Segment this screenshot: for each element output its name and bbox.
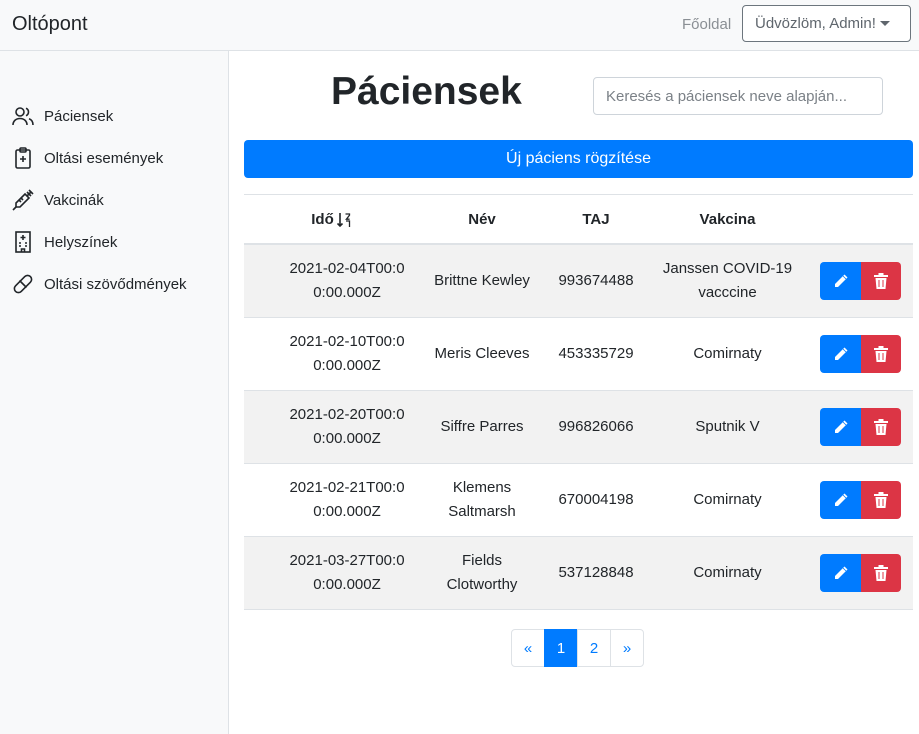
clipboard-plus-icon: [15, 147, 31, 169]
sidebar-item-vaccines[interactable]: Vakcinák: [11, 187, 104, 213]
sidebar-item-patients[interactable]: Páciensek: [11, 103, 113, 129]
table-row: 2021-02-20T00:00:00.000Z Siffre Parres 996…: [244, 391, 913, 464]
cell-name: Brittne Kewley: [434, 272, 530, 289]
pencil-icon: [834, 347, 847, 360]
cell-vaccine: Comirnaty: [693, 491, 762, 508]
cell-vaccine: Sputnik V: [695, 418, 760, 435]
column-header-vaccine: Vakcina: [699, 211, 756, 228]
cell-name: Meris Cleeves: [434, 345, 530, 362]
sidebar-item-vaccination-events[interactable]: Oltási események: [11, 145, 163, 171]
column-header-time[interactable]: Idő: [244, 195, 418, 244]
edit-button[interactable]: [820, 554, 861, 592]
trash-icon: [874, 565, 888, 581]
edit-button[interactable]: [820, 262, 861, 300]
sort-down-icon: [336, 212, 350, 227]
pencil-icon: [834, 566, 847, 579]
pencil-icon: [834, 420, 847, 433]
pencil-icon: [834, 274, 847, 287]
chevron-down-icon: [879, 21, 890, 26]
trash-icon: [874, 273, 888, 289]
cell-taj: 670004198: [558, 491, 634, 508]
cell-date: 2021-02-04T00:00:00.000Z: [289, 260, 405, 301]
delete-button[interactable]: [861, 554, 901, 592]
cell-date: 2021-02-21T00:00:00.000Z: [289, 479, 405, 520]
delete-button[interactable]: [861, 481, 901, 519]
table-row: 2021-03-27T00:00:00.000Z Fields Clotworth…: [244, 537, 913, 610]
users-icon: [12, 107, 34, 126]
cell-vaccine: Comirnaty: [693, 564, 762, 581]
table-body: 2021-02-04T00:00:00.000Z Brittne Kewley 99…: [244, 245, 913, 610]
edit-button[interactable]: [820, 408, 861, 446]
table-row: 2021-02-21T00:00:00.000Z Klemens Saltmars…: [244, 464, 913, 537]
patients-table: Idő Név TAJ Vakcina 2021-02-04T00:00:00.…: [244, 194, 913, 610]
cell-name: Klemens Saltmarsh: [448, 479, 516, 520]
sidebar-item-locations[interactable]: Helyszínek: [11, 229, 117, 255]
page-title: Páciensek: [331, 70, 522, 113]
new-patient-button[interactable]: Új páciens rögzítése: [244, 140, 913, 178]
table-row: 2021-02-10T00:00:00.000Z Meris Cleeves 453…: [244, 318, 913, 391]
delete-button[interactable]: [861, 262, 901, 300]
brand-logo[interactable]: Oltópont: [12, 13, 88, 36]
user-menu-label: Üdvözlöm, Admin!: [755, 15, 876, 32]
trash-icon: [874, 346, 888, 362]
cell-taj: 453335729: [558, 345, 634, 362]
cell-taj: 996826066: [558, 418, 634, 435]
column-header-taj: TAJ: [582, 211, 610, 228]
hospital-icon: [15, 231, 31, 253]
trash-icon: [874, 492, 888, 508]
pagination-prev[interactable]: «: [511, 629, 545, 667]
pencil-icon: [834, 493, 847, 506]
delete-button[interactable]: [861, 335, 901, 373]
home-link[interactable]: Főoldal: [682, 16, 731, 33]
sidebar-item-label: Vakcinák: [44, 191, 104, 209]
cell-taj: 993674488: [558, 272, 634, 289]
sidebar: Páciensek Oltási események Vakcinák Hely…: [0, 51, 229, 734]
sidebar-item-label: Oltási szövődmények: [44, 275, 187, 293]
cell-date: 2021-02-10T00:00:00.000Z: [289, 333, 405, 374]
user-menu-button[interactable]: Üdvözlöm, Admin!: [742, 5, 911, 42]
syringe-icon: [12, 189, 34, 211]
cell-date: 2021-03-27T00:00:00.000Z: [289, 552, 405, 593]
edit-button[interactable]: [820, 335, 861, 373]
table-row: 2021-02-04T00:00:00.000Z Brittne Kewley 99…: [244, 245, 913, 318]
edit-button[interactable]: [820, 481, 861, 519]
sidebar-item-label: Helyszínek: [44, 233, 118, 251]
trash-icon: [874, 419, 888, 435]
pagination-page-1[interactable]: 1: [544, 629, 578, 667]
sidebar-item-label: Oltási események: [44, 149, 164, 167]
cell-taj: 537128848: [558, 564, 634, 581]
cell-vaccine: Comirnaty: [693, 345, 762, 362]
pagination-next[interactable]: »: [610, 629, 644, 667]
delete-button[interactable]: [861, 408, 901, 446]
cell-date: 2021-02-20T00:00:00.000Z: [289, 406, 405, 447]
capsule-icon: [13, 274, 33, 294]
cell-vaccine: Janssen COVID-19 vacccine: [662, 260, 793, 301]
sidebar-item-side-effects[interactable]: Oltási szövődmények: [11, 271, 187, 297]
pagination: « 1 2 »: [511, 629, 644, 667]
sidebar-item-label: Páciensek: [44, 107, 114, 125]
column-header-name: Név: [468, 211, 496, 228]
search-input[interactable]: [593, 77, 883, 115]
table-header: Idő Név TAJ Vakcina: [244, 194, 913, 245]
cell-name: Fields Clotworthy: [446, 552, 518, 593]
pagination-page-2[interactable]: 2: [577, 629, 611, 667]
cell-name: Siffre Parres: [440, 418, 524, 435]
top-navbar: Oltópont Főoldal Üdvözlöm, Admin!: [0, 0, 919, 51]
